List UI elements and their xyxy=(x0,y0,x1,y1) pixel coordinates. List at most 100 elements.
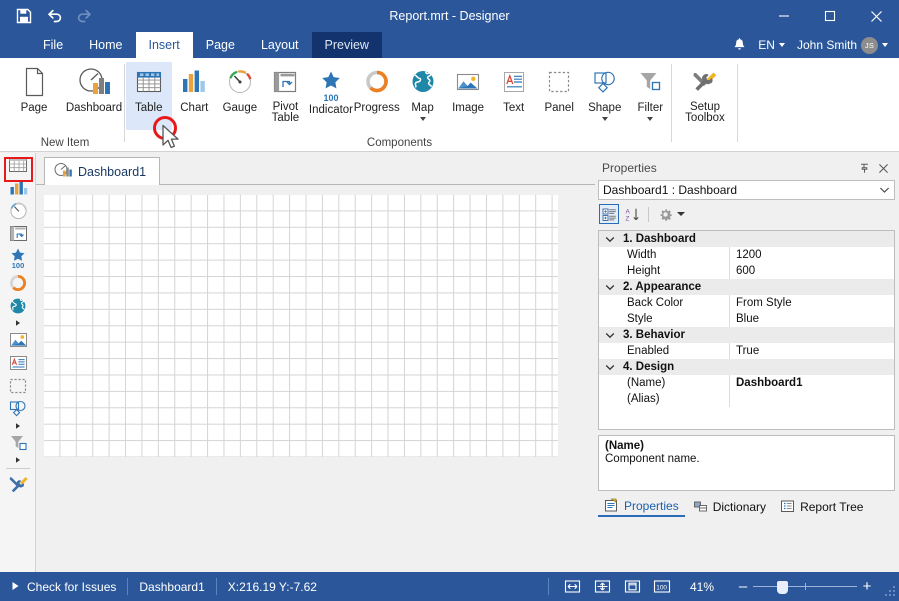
ribbon-item-filter[interactable]: Filter xyxy=(628,62,674,130)
zoom-100-button[interactable]: 100 xyxy=(647,572,677,601)
single-page-button[interactable] xyxy=(617,572,647,601)
ribbon-item-dashboard[interactable]: Dashboard xyxy=(62,62,126,130)
property-category-row[interactable]: 1. Dashboard xyxy=(599,231,894,247)
ribbon-item-label: Page xyxy=(21,102,48,114)
property-value[interactable]: True xyxy=(729,343,894,359)
chevron-down-icon[interactable] xyxy=(602,117,608,121)
properties-grid[interactable]: 1. Dashboard Width 1200 Height 600 xyxy=(598,230,895,430)
tab-layout[interactable]: Layout xyxy=(248,32,312,58)
zoom-level-label: 41% xyxy=(677,580,727,594)
collapse-chevron-icon[interactable] xyxy=(599,332,621,339)
ribbon-item-text[interactable]: Text xyxy=(491,62,537,130)
sidebar-item-indicator[interactable]: 100 xyxy=(0,245,36,271)
ribbon-item-image[interactable]: Image xyxy=(445,62,491,130)
sidebar-item-panel[interactable] xyxy=(0,374,36,397)
zoom-slider-thumb[interactable] xyxy=(777,581,788,594)
chevron-down-icon xyxy=(882,43,888,47)
property-value[interactable]: 600 xyxy=(729,263,894,279)
property-row-width[interactable]: Width 1200 xyxy=(599,247,894,263)
tab-insert[interactable]: Insert xyxy=(136,32,193,58)
ribbon-item-panel[interactable]: Panel xyxy=(536,62,582,130)
zoom-in-button[interactable]: + xyxy=(857,579,877,594)
dashboard-page[interactable] xyxy=(44,195,558,457)
sidebar-item-progress[interactable] xyxy=(0,271,36,294)
sidebar-shape-dropdown-arrow[interactable] xyxy=(0,420,36,431)
close-icon[interactable] xyxy=(878,163,889,174)
tab-file[interactable]: File xyxy=(30,32,76,58)
ribbon-item-indicator[interactable]: 100 Indicator xyxy=(308,62,354,130)
property-value[interactable]: Dashboard1 xyxy=(729,375,894,391)
sidebar-item-gauge[interactable] xyxy=(0,199,36,222)
sort-az-icon[interactable]: AZ xyxy=(622,204,642,224)
tab-report-tree[interactable]: Report Tree xyxy=(774,497,869,517)
property-value[interactable]: From Style xyxy=(729,295,894,311)
tab-label: Properties xyxy=(624,499,679,513)
property-value[interactable] xyxy=(729,391,894,407)
language-selector[interactable]: EN xyxy=(755,34,788,56)
pin-icon[interactable] xyxy=(859,163,870,174)
resize-grip[interactable] xyxy=(883,572,899,601)
tab-dictionary[interactable]: Dictionary xyxy=(687,497,772,517)
property-category-row[interactable]: 2. Appearance xyxy=(599,279,894,295)
minimize-button[interactable] xyxy=(761,0,807,32)
document-tab-dashboard1[interactable]: Dashboard1 xyxy=(44,157,160,185)
object-selector-combo[interactable]: Dashboard1 : Dashboard xyxy=(598,180,895,200)
property-row-style[interactable]: Style Blue xyxy=(599,311,894,327)
user-name-label: John Smith xyxy=(797,38,857,52)
chevron-down-icon[interactable] xyxy=(647,117,653,121)
zoom-slider-track[interactable] xyxy=(753,581,857,593)
ribbon-item-table[interactable]: Table xyxy=(126,62,172,130)
user-account-button[interactable]: John Smith JS xyxy=(794,34,891,56)
property-category-row[interactable]: 4. Design xyxy=(599,359,894,375)
ribbon-item-pivot-table[interactable]: Pivot Table xyxy=(263,62,309,130)
property-category-row[interactable]: 3. Behavior xyxy=(599,327,894,343)
gear-icon[interactable] xyxy=(655,204,675,224)
ribbon-item-chart[interactable]: Chart xyxy=(172,62,218,130)
sidebar-item-chart[interactable] xyxy=(0,176,36,199)
collapse-chevron-icon[interactable] xyxy=(599,364,621,371)
property-row-back-color[interactable]: Back Color From Style xyxy=(599,295,894,311)
zoom-slider[interactable]: – + xyxy=(727,579,883,594)
sidebar-item-map[interactable] xyxy=(0,294,36,317)
check-for-issues-button[interactable]: Check for Issues xyxy=(0,572,127,601)
tab-preview[interactable]: Preview xyxy=(312,32,382,58)
property-row-enabled[interactable]: Enabled True xyxy=(599,343,894,359)
sidebar-filter-dropdown-arrow[interactable] xyxy=(0,454,36,465)
notifications-button[interactable] xyxy=(730,34,749,56)
sidebar-item-shape[interactable] xyxy=(0,397,36,420)
sidebar-item-pivot-table[interactable] xyxy=(0,222,36,245)
ribbon-item-gauge[interactable]: Gauge xyxy=(217,62,263,130)
ribbon-item-map[interactable]: Map xyxy=(400,62,446,130)
sidebar-item-text[interactable] xyxy=(0,351,36,374)
categorized-icon[interactable] xyxy=(599,204,619,224)
property-description-title: (Name) xyxy=(605,440,888,452)
chevron-down-icon xyxy=(879,183,890,197)
sidebar-item-filter[interactable] xyxy=(0,431,36,454)
property-row-alias[interactable]: (Alias) xyxy=(599,391,894,407)
tab-properties[interactable]: Properties xyxy=(598,497,685,517)
zoom-out-button[interactable]: – xyxy=(733,579,753,594)
collapse-chevron-icon[interactable] xyxy=(599,236,621,243)
close-button[interactable] xyxy=(853,0,899,32)
sidebar-item-image[interactable] xyxy=(0,328,36,351)
property-row-height[interactable]: Height 600 xyxy=(599,263,894,279)
ribbon-item-page[interactable]: Page xyxy=(6,62,62,130)
fit-width-button[interactable] xyxy=(557,572,587,601)
ribbon-item-shape[interactable]: Shape xyxy=(582,62,628,130)
property-value[interactable]: 1200 xyxy=(729,247,894,263)
maximize-button[interactable] xyxy=(807,0,853,32)
property-row-name[interactable]: (Name) Dashboard1 xyxy=(599,375,894,391)
sidebar-map-dropdown-arrow[interactable] xyxy=(0,317,36,328)
tab-page[interactable]: Page xyxy=(193,32,248,58)
fit-height-button[interactable] xyxy=(587,572,617,601)
tab-home[interactable]: Home xyxy=(76,32,135,58)
design-canvas[interactable] xyxy=(36,185,595,572)
chevron-down-icon[interactable] xyxy=(420,117,426,121)
ribbon-item-progress[interactable]: Progress xyxy=(354,62,400,130)
collapse-chevron-icon[interactable] xyxy=(599,284,621,291)
ribbon-item-setup-toolbox[interactable]: Setup Toolbox xyxy=(677,62,733,130)
property-value[interactable]: Blue xyxy=(729,311,894,327)
sidebar-item-table[interactable] xyxy=(0,153,36,176)
sidebar-item-setup-toolbox[interactable] xyxy=(0,472,36,495)
chevron-down-icon[interactable] xyxy=(677,212,685,216)
